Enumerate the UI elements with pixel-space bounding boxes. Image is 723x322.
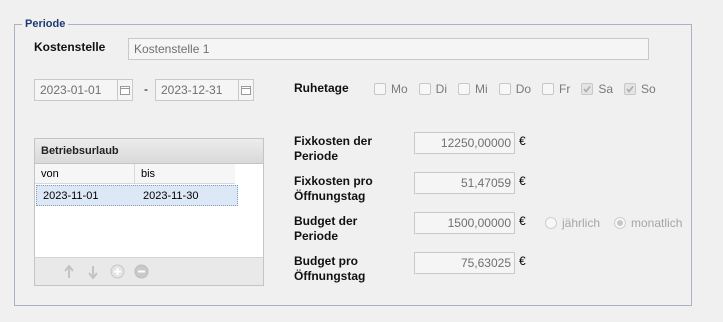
column-header-von[interactable]: von [35,164,135,184]
move-up-icon[interactable] [61,264,77,280]
budget-tag-unit: € [519,254,526,268]
radio-label-jaehrlich: jährlich [562,216,601,230]
kostenstelle-label: Kostenstelle [34,40,106,54]
checkbox-label-do: Do [515,82,532,96]
date-from-input[interactable]: 2023-01-01 [34,79,118,101]
budget-periode-unit: € [519,214,526,228]
fixkosten-tag-label-line1: Fixkosten pro [294,174,373,188]
ruhetage-day-list: Mo Di Mi Do Fr Sa So [374,82,656,96]
date-from-calendar-button[interactable] [117,79,133,101]
fixkosten-tag-label: Fixkosten pro Öffnungstag [294,174,373,204]
checkmark-icon [583,86,591,93]
betriebsurlaub-title: Betriebsurlaub [35,139,263,164]
fixkosten-periode-field[interactable]: 12250,00000 [414,132,515,154]
kostenstelle-field[interactable]: Kostenstelle 1 [128,38,649,60]
checkbox-label-fr: Fr [559,82,571,96]
radio-label-monatlich: monatlich [631,216,683,230]
calendar-icon [241,86,251,95]
fixkosten-periode-label-line2: Periode [294,149,339,163]
checkbox-label-sa: Sa [598,82,614,96]
remove-icon[interactable] [133,264,149,280]
checkbox-di[interactable] [418,83,431,95]
checkbox-label-di: Di [435,82,448,96]
radio-dot [617,220,624,226]
budget-periode-field[interactable]: 1500,00000 [414,212,515,234]
ruhetage-label: Ruhetage [294,81,349,95]
checkbox-fr[interactable] [542,83,555,95]
date-to-calendar-button[interactable] [238,79,254,101]
betriebsurlaub-panel: Betriebsurlaub von bis 2023-11-01 2023-1… [34,138,264,286]
betriebsurlaub-toolbar [35,257,263,285]
radio-jaehrlich[interactable] [545,217,557,229]
budget-periode-label-line1: Budget der [294,214,358,228]
fixkosten-periode-label-line1: Fixkosten der [294,134,373,148]
checkbox-so[interactable] [624,83,637,95]
checkbox-do[interactable] [498,83,511,95]
date-to-input[interactable]: 2023-12-31 [155,79,239,101]
periode-group-title: Periode [25,18,66,30]
date-range-separator: - [144,82,148,96]
fixkosten-tag-field[interactable]: 51,47059 [414,172,515,194]
budget-interval-radio-group: jährlich monatlich [545,216,682,230]
fixkosten-tag-unit: € [519,174,526,188]
fixkosten-periode-label: Fixkosten der Periode [294,134,372,164]
add-icon[interactable] [109,264,125,280]
checkbox-label-mo: Mo [391,82,408,96]
fixkosten-periode-unit: € [519,134,526,148]
move-down-icon[interactable] [85,264,101,280]
checkmark-icon [626,86,634,93]
budget-tag-label-line1: Budget pro [294,254,358,268]
cell-bis: 2023-11-30 [143,190,199,202]
budget-periode-label: Budget der Periode [294,214,357,244]
calendar-icon [120,86,130,95]
budget-tag-label: Budget pro Öffnungstag [294,254,365,284]
checkbox-label-so: So [641,82,656,96]
radio-monatlich[interactable] [614,217,627,229]
budget-tag-field[interactable]: 75,63025 [414,252,515,274]
column-header-bis[interactable]: bis [135,164,235,184]
cell-von: 2023-11-01 [43,190,99,202]
checkbox-mo[interactable] [374,83,386,95]
budget-tag-label-line2: Öffnungstag [294,269,366,283]
fixkosten-tag-label-line2: Öffnungstag [294,189,366,203]
table-row[interactable]: 2023-11-01 2023-11-30 [36,185,238,206]
checkbox-label-mi: Mi [475,82,488,96]
checkbox-sa[interactable] [581,83,594,95]
checkbox-mi[interactable] [458,83,471,95]
budget-periode-label-line2: Periode [294,229,339,243]
